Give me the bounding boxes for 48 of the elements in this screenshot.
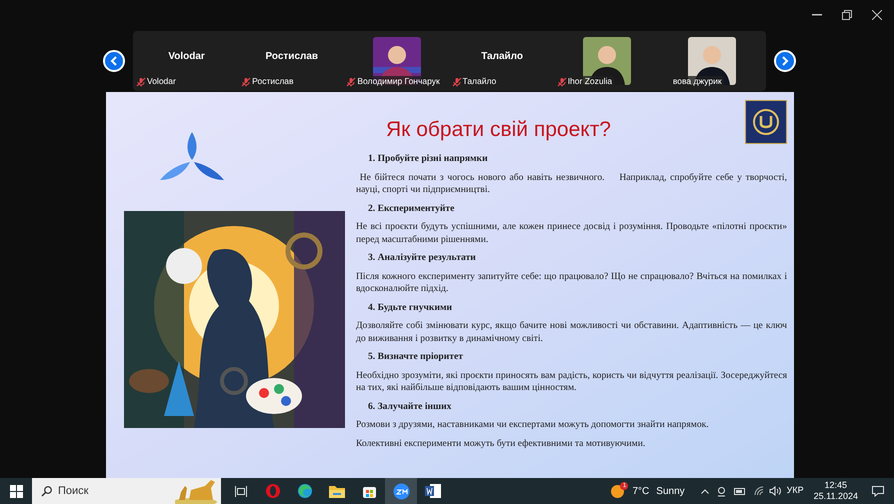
previous-button[interactable]: [103, 50, 125, 72]
video-app-icon[interactable]: [385, 478, 417, 504]
language-indicator[interactable]: УКР: [786, 484, 804, 498]
notifications-icon[interactable]: [872, 486, 884, 496]
paragraph-text: Не бійтеся почати з чогось нового або навіть незвичного. Наприклад, спробуйте себе у творчості, науці, спорті чи підприємництві.: [356, 172, 787, 196]
chevron-up-icon[interactable]: [700, 488, 709, 494]
paragraph-text: Необхідно зрозуміти, які проєкти приносять вам радість, користь чи відчуття реалізації. Зосереджуйтеся на тих, які найбільше відповідають вашим цінностям.: [356, 370, 787, 394]
windows-start-icon[interactable]: [10, 484, 23, 498]
participant-name: Ростислав: [265, 50, 318, 64]
slide-title: Як обрати свій проект?: [386, 117, 611, 143]
participant-label: Ростислав: [252, 75, 294, 88]
wifi-icon[interactable]: [754, 486, 764, 496]
clock-time[interactable]: 12:45: [824, 480, 848, 491]
paragraph-text: Дозволяйте собі змінювати курс, якщо бачите нові можливості чи обставини. Адаптивність — це ключ до виживання і розвитку в динамічному світі.: [356, 320, 787, 345]
search-icon: [41, 486, 52, 496]
section-heading: 3. Аналізуйте результати: [368, 252, 477, 264]
search-placeholder: Поиск: [58, 484, 88, 499]
section-heading: 6. Залучайте інших: [368, 400, 452, 413]
participant-label: вова джурик: [672, 75, 722, 88]
section-heading: 2. Експериментуйте: [368, 202, 456, 215]
participant-label: Ihor Zozulia: [568, 75, 612, 88]
clock-date[interactable]: 25.11.2024: [814, 491, 858, 502]
chevron-left-icon: [110, 56, 118, 66]
next-button[interactable]: [774, 50, 796, 72]
paragraph-text: Розмови з друзями, наставниками чи експертами можуть допомогти знайти напрямок.: [356, 419, 710, 432]
university-emblem-icon: [745, 100, 787, 144]
chevron-right-icon: [781, 56, 789, 66]
minimize-icon[interactable]: [812, 14, 822, 16]
participant-label: Володимир Гончарук: [357, 75, 440, 88]
close-icon[interactable]: [872, 10, 882, 20]
participant-name: Талайло: [481, 50, 523, 64]
section-heading: 4. Будьте гнучкими: [368, 302, 454, 314]
weather-icon[interactable]: [611, 484, 624, 498]
weather-text[interactable]: Sunny: [656, 484, 685, 498]
paragraph-text: Колективні експерименти можуть бути ефективними та мотивуючими.: [356, 438, 646, 450]
restore-icon[interactable]: [842, 10, 852, 20]
section-heading: 5. Визначте пріоритет: [368, 351, 464, 364]
paragraph-text: Після кожного експерименту запитуйте себе: що працювало? Що не спрацювало? Вчіться на помилках і вдосконалюйте підхід.: [356, 270, 787, 296]
participant-label: Volodar: [147, 75, 176, 88]
paragraph-text: Не всі проєкти будуть успішними, але кожен принесе досвід і розуміння. Проводьте «пілотні проєкти» перед масштабними рішеннями.: [356, 221, 787, 246]
participant-name: Volodar: [168, 50, 205, 64]
camera-icon[interactable]: [716, 486, 726, 496]
battery-icon[interactable]: [734, 488, 746, 494]
volume-icon[interactable]: [768, 486, 781, 496]
section-heading: 1. Пробуйте різні напрямки: [368, 153, 489, 166]
participant-label: Талайло: [462, 75, 496, 88]
flower-logo-icon: [158, 130, 226, 182]
temperature-text[interactable]: 7°C: [632, 484, 650, 498]
